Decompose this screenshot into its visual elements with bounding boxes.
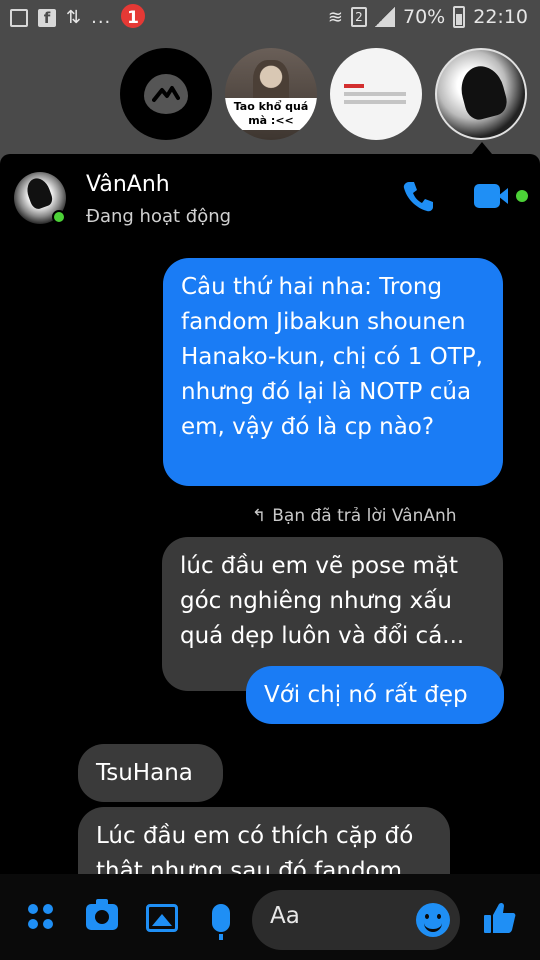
reply-indicator: ↰ Bạn đã trả lời VânAnh	[252, 506, 457, 526]
wifi-icon: ≋	[327, 6, 343, 28]
conversation-header: VânAnh Đang hoạt động	[0, 154, 540, 242]
status-bar: f ⇅ ... ≋ 2 70% 22:10	[0, 0, 540, 38]
reply-arrow-icon: ↰	[252, 506, 267, 526]
camera-icon[interactable]	[86, 899, 118, 930]
thumbs-up-icon	[484, 902, 516, 933]
video-call-button[interactable]	[474, 182, 530, 214]
phone-icon	[403, 182, 433, 212]
sim-indicator: 2	[351, 7, 367, 27]
gallery-icon[interactable]	[146, 904, 178, 932]
chat-head-caption: Tao khổ quá mà :<<	[225, 98, 317, 130]
unread-badge: 1	[119, 2, 147, 30]
chat-head-active-contact[interactable]	[435, 48, 527, 140]
contact-name[interactable]: VânAnh	[86, 172, 170, 197]
battery-icon	[453, 6, 466, 28]
composer-bar: Aa	[0, 874, 540, 960]
chat-head-document-preview	[344, 84, 406, 106]
clock: 22:10	[473, 6, 528, 28]
message-input-placeholder: Aa	[270, 903, 300, 929]
chat-head-document[interactable]	[330, 48, 422, 140]
message-bubble-incoming[interactable]: TsuHana	[78, 744, 223, 802]
messenger-chat-head[interactable]	[120, 48, 212, 140]
microphone-icon[interactable]	[212, 904, 230, 940]
message-input[interactable]: Aa	[252, 890, 460, 950]
reply-indicator-text: Bạn đã trả lời VânAnh	[272, 506, 457, 526]
contact-avatar-hair	[23, 175, 55, 211]
video-camera-icon	[474, 184, 500, 208]
messenger-icon	[144, 74, 188, 114]
conversation-panel: VânAnh Đang hoạt động Câu thứ hai nha: T…	[0, 154, 540, 960]
voice-call-button[interactable]	[400, 178, 436, 214]
image-notification-icon	[10, 8, 28, 27]
more-notifications-indicator: ...	[91, 7, 112, 28]
video-online-dot	[516, 190, 528, 202]
video-camera-lens	[498, 188, 508, 204]
chat-head-caption-line2: mà :<<	[248, 114, 294, 127]
active-head-pointer	[472, 142, 492, 154]
emoji-icon[interactable]	[416, 903, 450, 937]
message-bubble-outgoing[interactable]: Với chị nó rất đẹp	[246, 666, 504, 724]
usb-notification-icon: ⇅	[66, 7, 82, 28]
like-button[interactable]	[482, 900, 518, 936]
facebook-notification-icon: f	[38, 8, 56, 27]
chat-head-photo[interactable]: Tao khổ quá mà :<<	[225, 48, 317, 140]
more-actions-icon[interactable]	[28, 904, 54, 930]
chat-heads-row: Tao khổ quá mà :<<	[0, 44, 540, 144]
online-indicator	[52, 210, 66, 224]
chat-head-caption-line1: Tao khổ quá	[233, 100, 309, 113]
signal-icon	[375, 7, 395, 27]
message-bubble-outgoing[interactable]: Câu thứ hai nha: Trong fandom Jibakun sh…	[163, 258, 503, 486]
contact-status: Đang hoạt động	[86, 206, 232, 227]
battery-percent: 70%	[403, 6, 446, 28]
chat-head-active-contact-hair	[455, 61, 511, 123]
